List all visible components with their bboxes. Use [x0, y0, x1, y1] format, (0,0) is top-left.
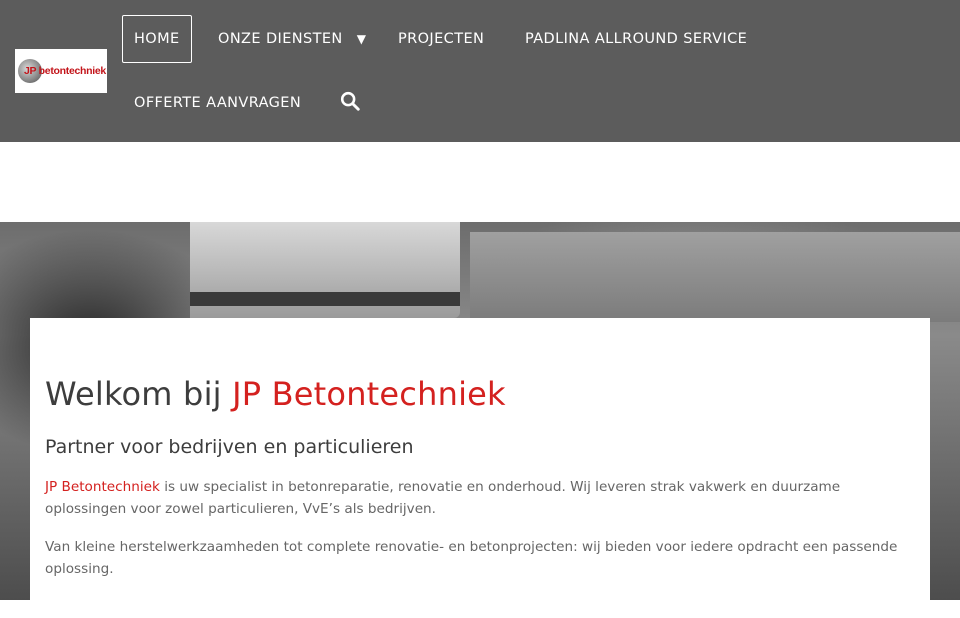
page-title-prefix: Welkom bij	[45, 375, 233, 413]
site-logo[interactable]: JP betontechniek	[15, 49, 107, 93]
page-subtitle: Partner voor bedrijven en particulieren	[45, 436, 414, 458]
logo-mark: JP betontechniek	[18, 58, 106, 84]
nav-item-onze-diensten[interactable]: ONZE DIENSTEN ▼	[218, 16, 366, 62]
hero-wall	[470, 232, 960, 322]
page-title-brand: JP Betontechniek	[232, 375, 506, 413]
nav-item-offerte-aanvragen[interactable]: OFFERTE AANVRAGEN	[134, 80, 301, 126]
nav-label: PROJECTEN	[398, 31, 485, 47]
nav-item-home[interactable]: HOME	[122, 15, 192, 63]
hero-truck-stripe	[190, 292, 460, 306]
nav-label: OFFERTE AANVRAGEN	[134, 95, 302, 111]
logo-text: JP betontechniek	[24, 65, 106, 77]
nav-label: HOME	[134, 31, 180, 47]
intro-paragraph-text: is uw specialist in betonreparatie, reno…	[45, 479, 841, 517]
services-paragraph: Van kleine herstelwerkzaamheden tot comp…	[45, 539, 898, 577]
intro-brand-name: JP Betontechniek	[45, 479, 160, 495]
caret-down-icon: ▼	[356, 32, 367, 46]
intro-paragraph: JP Betontechniek is uw specialist in bet…	[45, 476, 915, 520]
site-header: JP betontechniek HOME ONZE DIENSTEN ▼ PR…	[0, 0, 960, 142]
nav-label: PADLINA ALLROUND SERVICE	[525, 31, 748, 47]
page-title: Welkom bij JP Betontechniek	[45, 372, 915, 416]
hero-truck	[190, 222, 460, 318]
nav-label: ONZE DIENSTEN	[218, 31, 343, 47]
search-icon[interactable]	[339, 90, 361, 112]
intro-card: Welkom bij JP Betontechniek Partner voor…	[30, 318, 930, 618]
nav-item-projecten[interactable]: PROJECTEN	[398, 16, 484, 62]
nav-item-padlina-allround-service[interactable]: PADLINA ALLROUND SERVICE	[525, 16, 747, 62]
